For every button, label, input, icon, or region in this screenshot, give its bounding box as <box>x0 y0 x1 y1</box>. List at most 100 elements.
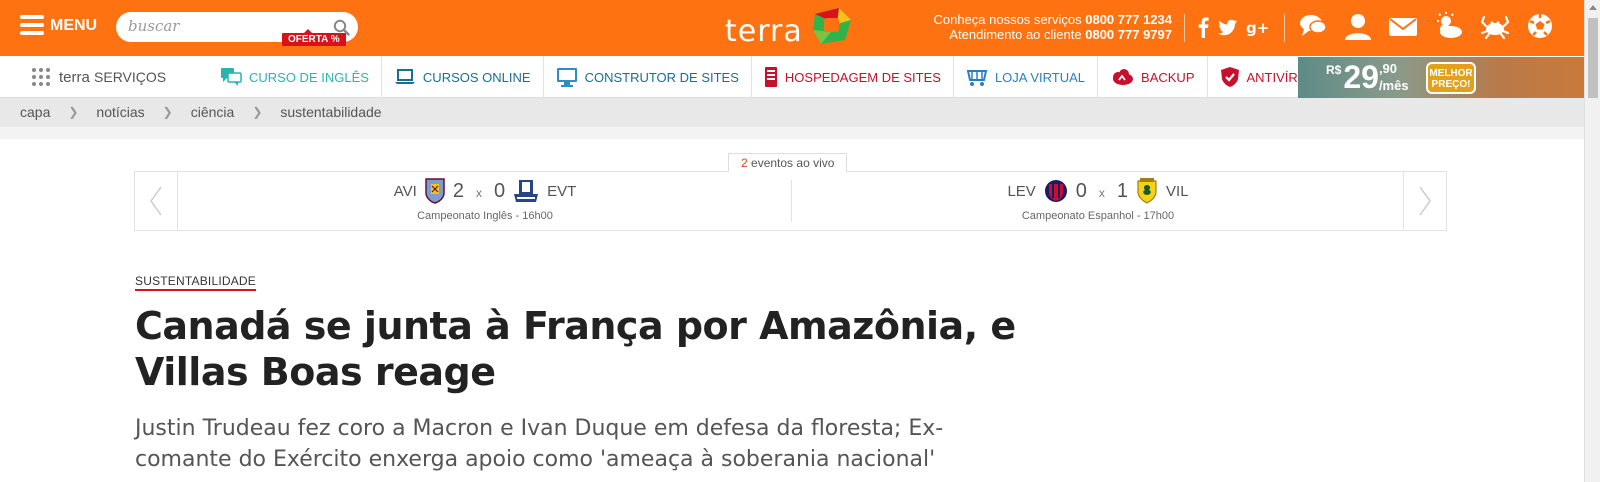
service-label: HOSPEDAGEM DE SITES <box>784 69 941 85</box>
service-item-loja-virtual[interactable]: LOJA VIRTUAL <box>954 56 1099 98</box>
chevron-right-icon: ❯ <box>68 105 79 119</box>
breadcrumb: capa ❯ notícias ❯ ciência ❯ sustentabili… <box>20 104 382 120</box>
contact-line1-phone[interactable]: 0800 777 1234 <box>1085 12 1172 27</box>
service-item-construtor-sites[interactable]: CONSTRUTOR DE SITES <box>544 56 752 98</box>
service-label: BACKUP <box>1141 69 1195 85</box>
score-separator: x <box>1098 185 1105 200</box>
everton-crest-icon <box>513 178 539 204</box>
menu-label: MENU <box>50 17 98 34</box>
service-item-curso-ingles[interactable]: CURSO DE INGLÊS <box>208 56 382 98</box>
facebook-icon[interactable] <box>1196 16 1210 38</box>
ad-badge-line1: MELHOR <box>1429 68 1473 79</box>
chevron-left-icon <box>150 186 162 216</box>
service-item-cursos-online[interactable]: CURSOS ONLINE <box>382 56 544 98</box>
live-count: 2 <box>741 156 748 170</box>
chevron-right-icon: ❯ <box>162 105 173 119</box>
match-competition: Campeonato Espanhol - 17h00 <box>1021 210 1175 222</box>
social-links: g+ <box>1196 16 1270 38</box>
ad-price-big: 29 <box>1343 59 1379 95</box>
score-separator: x <box>475 185 482 200</box>
chevron-right-icon: ❯ <box>252 105 263 119</box>
ad-currency: R$ <box>1326 63 1342 77</box>
header-tools <box>1298 12 1554 40</box>
ad-price-cents: ,90 <box>1378 61 1398 76</box>
chat-bubble-icon <box>220 67 242 87</box>
page-scrollbar[interactable] <box>1584 0 1600 482</box>
logo-text: terra <box>725 13 803 49</box>
service-item-backup[interactable]: BACKUP <box>1098 56 1208 98</box>
contact-line1-text: Conheça nossos serviços <box>933 12 1082 27</box>
terra-servicos-brand[interactable]: terra SERVIÇOS <box>32 68 166 86</box>
article-header: SUSTENTABILIDADE Canadá se junta à Franç… <box>135 270 1035 475</box>
home-team: AVI <box>393 182 417 200</box>
service-item-hospedagem-sites[interactable]: HOSPEDAGEM DE SITES <box>752 56 954 98</box>
divider <box>0 127 1584 139</box>
aston-villa-crest-icon <box>425 178 445 204</box>
villarreal-crest-icon <box>1136 178 1158 204</box>
article-subtitle: Justin Trudeau fez coro a Macron e Ivan … <box>135 416 944 472</box>
monitor-icon <box>556 67 578 87</box>
user-icon[interactable] <box>1344 12 1372 40</box>
away-score: 0 <box>493 179 506 202</box>
soccer-icon[interactable] <box>1526 12 1554 40</box>
chevron-right-icon <box>1419 186 1431 216</box>
ad-badge-line2: PREÇO! <box>1431 79 1471 90</box>
carousel-next-button[interactable] <box>1403 172 1446 230</box>
breadcrumb-item-noticias[interactable]: notícias <box>96 104 144 120</box>
services-nav: CURSO DE INGLÊS CURSOS ONLINE CONSTRUTOR… <box>208 56 1329 98</box>
horoscope-icon[interactable] <box>1480 12 1510 40</box>
levante-crest-icon <box>1044 178 1068 204</box>
offer-badge[interactable]: OFERTA % <box>282 29 346 46</box>
scroll-up-arrow-icon[interactable] <box>1589 5 1597 10</box>
service-label: CONSTRUTOR DE SITES <box>584 69 739 85</box>
weather-icon[interactable] <box>1434 12 1464 40</box>
scrollbar-thumb[interactable] <box>1588 18 1598 98</box>
live-events-tab[interactable]: 2 eventos ao vivo <box>728 153 848 172</box>
breadcrumb-item-capa[interactable]: capa <box>20 104 50 120</box>
brand-suffix: SERVIÇOS <box>94 68 167 85</box>
home-score: 2 <box>452 179 464 202</box>
away-team: EVT <box>547 182 577 200</box>
contact-info: Conheça nossos serviços 0800 777 1234 At… <box>910 12 1172 42</box>
ad-price: R$ 29 ,90 /mês <box>1326 59 1409 95</box>
twitter-icon[interactable] <box>1218 16 1238 38</box>
breadcrumb-item-sustentabilidade[interactable]: sustentabilidade <box>280 104 381 120</box>
away-score: 1 <box>1116 179 1129 202</box>
away-team: VIL <box>1166 182 1189 200</box>
contact-line2-text: Atendimento ao cliente <box>949 27 1082 42</box>
home-score: 0 <box>1075 179 1087 202</box>
services-brand-label: terra SERVIÇOS <box>59 69 166 86</box>
divider <box>1184 14 1185 42</box>
service-label: CURSOS ONLINE <box>422 69 531 85</box>
section-tag[interactable]: SUSTENTABILIDADE <box>135 274 257 291</box>
match-card[interactable]: AVI 2 x 0 EVT Campeonato Inglês - 16h00 <box>179 172 791 230</box>
match-competition: Campeonato Inglês - 16h00 <box>417 210 553 222</box>
ad-price-unit: /mês <box>1378 78 1409 93</box>
top-header: MENU terra Conheça nossos serviços 0800 … <box>0 0 1584 56</box>
hamburger-icon <box>20 15 44 35</box>
home-team: LEV <box>1007 182 1036 200</box>
service-label: CURSO DE INGLÊS <box>249 69 369 85</box>
terra-logo[interactable]: terra <box>725 6 855 50</box>
menu-button[interactable]: MENU <box>20 15 97 35</box>
apps-grid-icon <box>32 68 50 86</box>
divider <box>1284 14 1285 42</box>
mail-icon[interactable] <box>1388 12 1418 40</box>
carousel-prev-button[interactable] <box>135 172 178 230</box>
brand-prefix: terra <box>59 68 90 86</box>
article-headline: Canadá se junta à França por Amazônia, e… <box>135 304 1016 394</box>
live-label: eventos ao vivo <box>751 156 835 170</box>
ad-best-price-badge: MELHOR PREÇO! <box>1426 62 1476 94</box>
laptop-icon <box>394 68 416 86</box>
match-card[interactable]: LEV 0 x 1 VIL Campeonato Espanhol - 17h0… <box>792 172 1404 230</box>
breadcrumb-item-ciencia[interactable]: ciência <box>191 104 235 120</box>
google-plus-icon[interactable]: g+ <box>1246 16 1270 38</box>
breadcrumb-bar: capa ❯ notícias ❯ ciência ❯ sustentabili… <box>0 98 1584 127</box>
chat-icon[interactable] <box>1298 12 1328 40</box>
live-scores-carousel: AVI 2 x 0 EVT Campeonato Inglês - 16h00 … <box>134 171 1447 231</box>
contact-line2-phone[interactable]: 0800 777 9797 <box>1085 27 1172 42</box>
shield-icon <box>1220 66 1240 88</box>
logo-mark-icon <box>809 6 855 50</box>
promo-ad-banner[interactable]: R$ 29 ,90 /mês MELHOR PREÇO! <box>1298 57 1584 98</box>
server-icon <box>764 66 778 88</box>
